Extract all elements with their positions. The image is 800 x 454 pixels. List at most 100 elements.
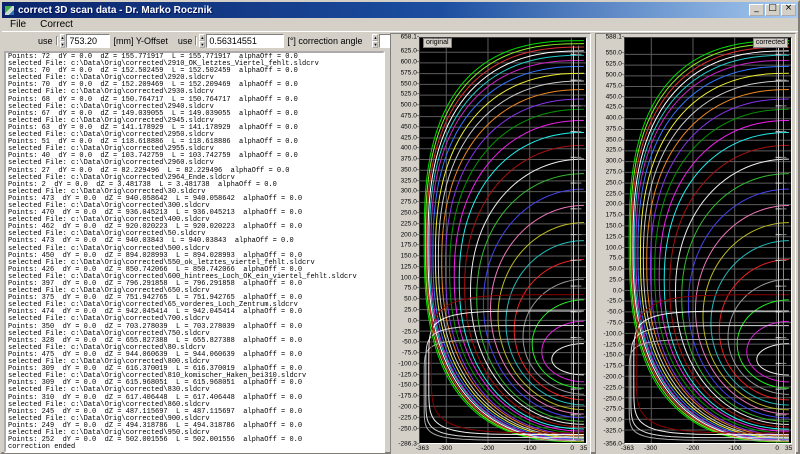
y-tick-label: -75.0-	[607, 320, 624, 327]
correction-angle-use-label: use	[178, 36, 193, 46]
y-tick-label: 500.0-	[606, 72, 624, 79]
scan-curve	[747, 321, 789, 382]
plot-panel-original: 658.1-625.0-600.0-575.0-550.0-525.0-500.…	[390, 33, 591, 454]
x-tick-label: -100	[728, 445, 741, 452]
x-tick-label: -363	[621, 445, 634, 452]
y-tick-label: -225.0-	[603, 384, 624, 391]
y-tick-label: 250.0-	[606, 179, 624, 186]
scan-curve	[477, 174, 584, 422]
y-offset-input[interactable]	[66, 34, 110, 48]
correction-angle-input[interactable]	[206, 34, 284, 48]
y-tick-label: 275.0-	[606, 169, 624, 176]
x-tick-label: 35	[580, 445, 587, 452]
minimize-button[interactable]: _	[749, 4, 764, 16]
spin-down-icon: ▼	[373, 42, 377, 47]
y-tick-label: -250.0-	[603, 395, 624, 402]
title-bar[interactable]: correct 3D scan data - Dr. Marko Rocznik…	[2, 2, 798, 18]
y-tick-label: -125.0-	[398, 371, 419, 378]
y-tick-label: 658.1-	[401, 34, 419, 41]
y-tick-label: 475.0-	[606, 82, 624, 89]
y-tick-label: -250.0-	[398, 425, 419, 432]
scan-curve	[675, 159, 788, 424]
y-tick-label: 450.0-	[401, 123, 419, 130]
y-tick-label: -325.0-	[603, 427, 624, 434]
x-axis-labels: -363-300-200-100035	[419, 444, 587, 454]
y-offset-spin-down-button[interactable]: ▼	[60, 41, 66, 48]
x-tick-label: -300	[439, 445, 452, 452]
correction-angle-unit-label: [°] correction angle	[287, 36, 362, 46]
y-tick-label: 550.0-	[606, 50, 624, 57]
correction-angle-use-checkbox[interactable]	[195, 36, 197, 46]
scan-curve	[552, 344, 584, 375]
minimize-icon: _	[750, 4, 763, 13]
y-tick-label: 375.0-	[606, 125, 624, 132]
y-tick-label: 625.0-	[401, 48, 419, 55]
menu-item-correct[interactable]: Correct	[33, 18, 80, 32]
y-tick-label: -175.0-	[603, 363, 624, 370]
x-tick-label: -300	[644, 445, 657, 452]
menu-item-file[interactable]: File	[3, 18, 33, 32]
y-tick-label: -300.0-	[603, 417, 624, 424]
y-tick-label: 425.0-	[401, 134, 419, 141]
y-tick-label: -125.0-	[603, 341, 624, 348]
y-tick-label: -275.0-	[603, 406, 624, 413]
y-tick-label: 175.0-	[401, 242, 419, 249]
y-tick-label: 325.0-	[606, 147, 624, 154]
y-tick-label: 100.0-	[606, 244, 624, 251]
legend-original: original	[423, 38, 452, 48]
y-tick-label: 175.0-	[606, 212, 624, 219]
y-offset-use-label: use	[38, 36, 53, 46]
x-tick-label: -363	[416, 445, 429, 452]
y-axis-labels: 658.1-625.0-600.0-575.0-550.0-525.0-500.…	[392, 37, 419, 444]
maximize-icon: □	[766, 4, 779, 13]
spin-down-icon: ▼	[200, 42, 204, 47]
y-tick-label: -150.0-	[603, 352, 624, 359]
y-tick-label: 600.0-	[401, 59, 419, 66]
scan-curve	[682, 174, 789, 422]
y-tick-label: 250.0-	[401, 209, 419, 216]
y-tick-label: 125.0-	[606, 233, 624, 240]
x-axis-labels: -363-300-200-100035	[624, 444, 792, 454]
spin-down-icon: ▼	[61, 42, 65, 47]
close-icon: ×	[782, 4, 795, 13]
y-tick-label: -25.0-	[607, 298, 624, 305]
y-tick-label: 0.0-	[408, 317, 419, 324]
x-tick-label: -100	[523, 445, 536, 452]
window-title: correct 3D scan data - Dr. Marko Rocznik	[18, 5, 748, 16]
reference-offset-spin-up-button[interactable]: ▲	[372, 34, 378, 41]
menu-bar: File Correct	[2, 18, 798, 32]
plot-canvas-corrected: corrected	[624, 37, 792, 444]
x-tick-label: 0	[775, 445, 779, 452]
y-offset-unit-label: [mm] Y-Offset	[113, 36, 167, 46]
y-tick-label: 575.0-	[401, 69, 419, 76]
maximize-button[interactable]: □	[765, 4, 780, 16]
log-output[interactable]: Points: 72 dY = 0.0 dZ = 155.771917 L = …	[4, 51, 385, 453]
y-tick-label: 350.0-	[606, 136, 624, 143]
corrected-curves-svg	[625, 38, 791, 443]
y-offset-spin-up-button[interactable]: ▲	[60, 34, 66, 41]
y-tick-label: 450.0-	[606, 93, 624, 100]
y-tick-label: 125.0-	[401, 263, 419, 270]
y-offset-use-checkbox[interactable]	[56, 36, 58, 46]
app-icon[interactable]	[4, 5, 15, 16]
y-tick-label: 300.0-	[606, 158, 624, 165]
spin-up-icon: ▲	[200, 35, 204, 40]
app-window: correct 3D scan data - Dr. Marko Rocznik…	[0, 0, 800, 454]
correction-angle-spin-down-button[interactable]: ▼	[199, 41, 205, 48]
y-tick-label: -225.0-	[398, 414, 419, 421]
y-tick-label: 500.0-	[401, 102, 419, 109]
y-tick-label: 275.0-	[401, 199, 419, 206]
spin-up-icon: ▲	[61, 35, 65, 40]
left-column: use ▲ ▼ [mm] Y-Offset use ▲ ▼ [°] correc…	[2, 32, 388, 454]
y-tick-label: 400.0-	[606, 115, 624, 122]
correction-angle-spin-up-button[interactable]: ▲	[199, 34, 205, 41]
reference-offset-spinner: ▲ ▼	[372, 34, 378, 48]
log-line: correction ended	[8, 444, 383, 451]
y-tick-label: -150.0-	[398, 382, 419, 389]
y-tick-label: 588.1-	[606, 34, 624, 41]
close-button[interactable]: ×	[781, 4, 796, 16]
plot-panel-corrected: 588.1-550.0-525.0-500.0-475.0-450.0-425.…	[595, 33, 796, 454]
y-tick-label: -100.0-	[603, 330, 624, 337]
reference-offset-spin-down-button[interactable]: ▼	[372, 41, 378, 48]
y-tick-label: 25.0-	[404, 307, 419, 314]
